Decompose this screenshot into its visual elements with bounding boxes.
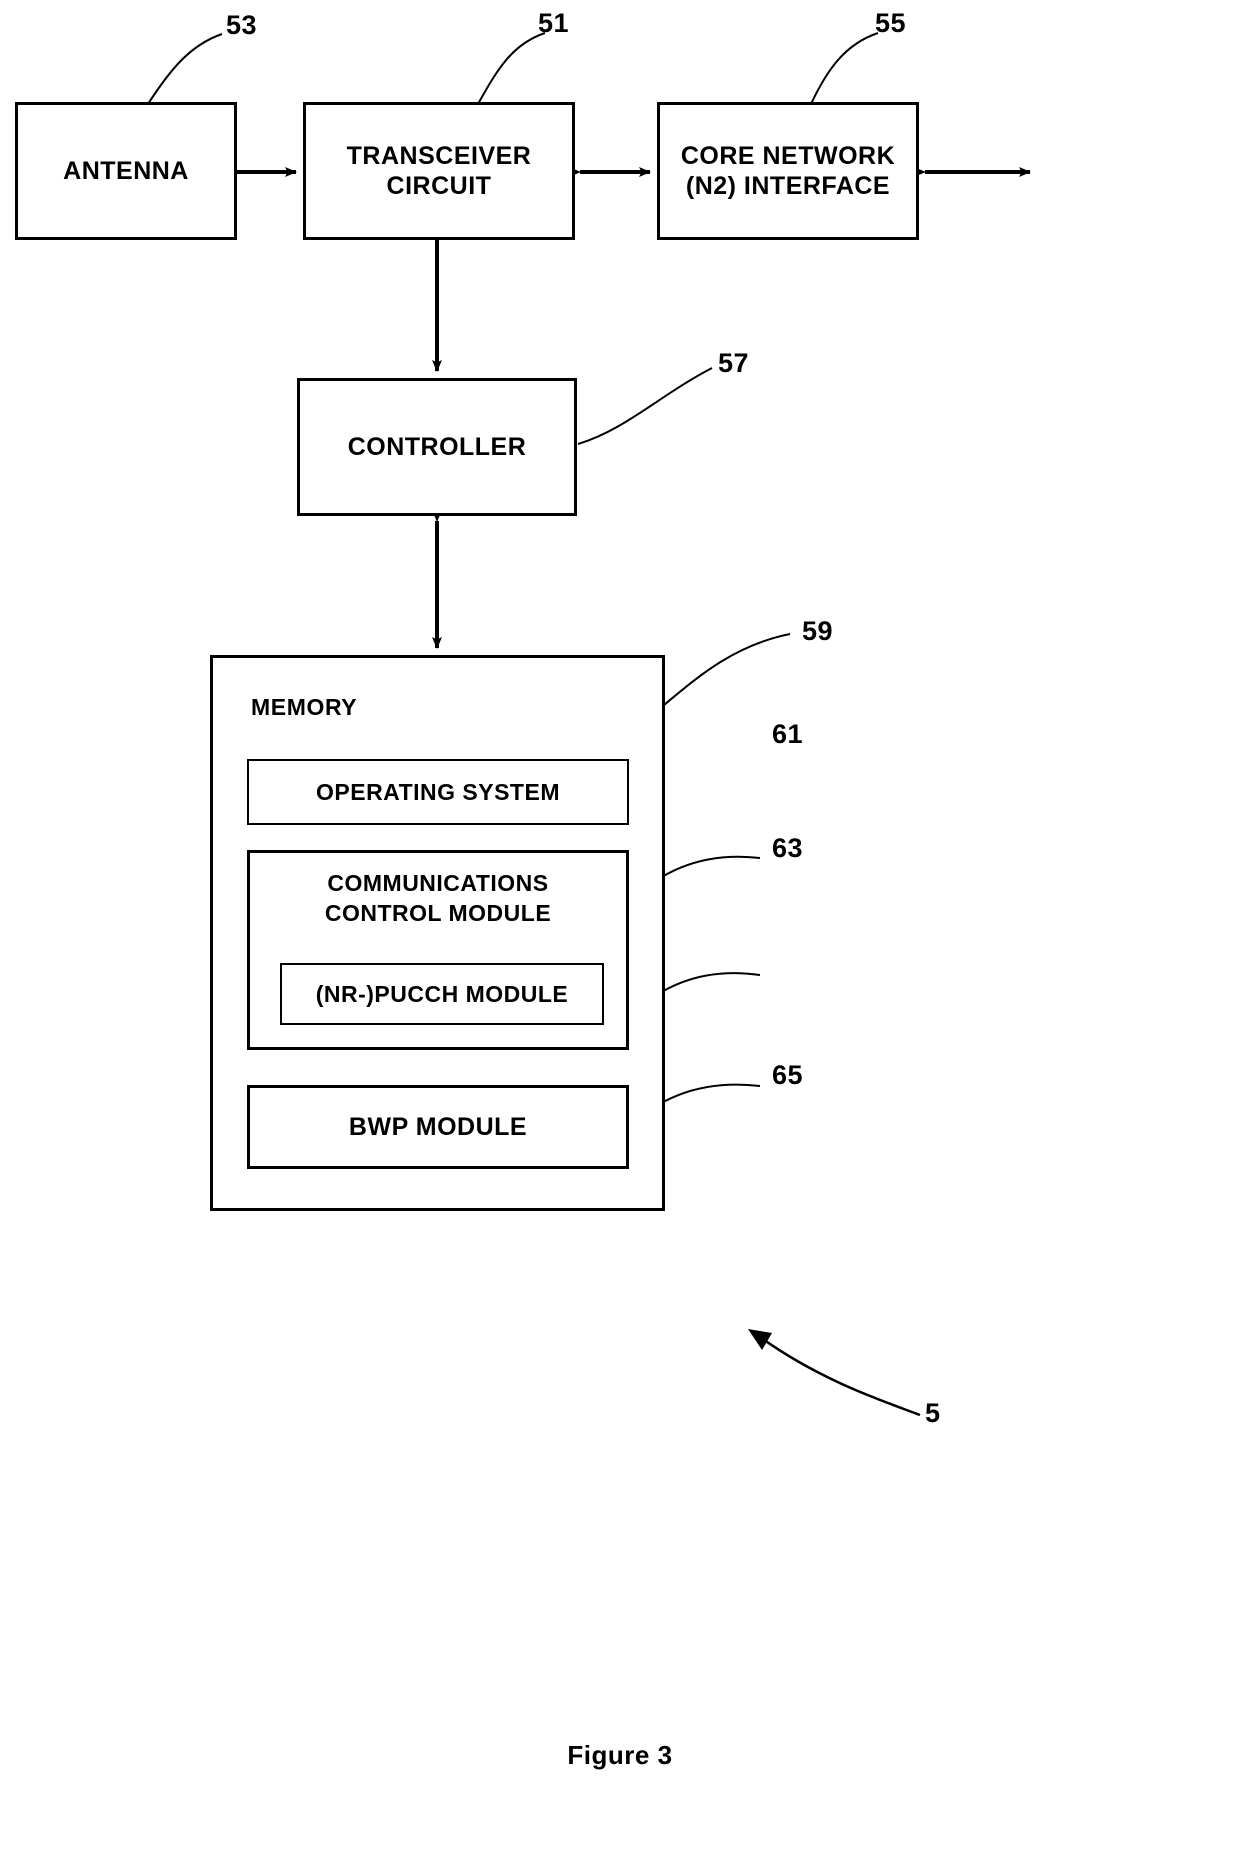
ref-numeral-51: 51 <box>538 8 570 38</box>
block-communications-control-module-label: COMMUNICATIONS CONTROL MODULE <box>250 869 626 929</box>
block-controller: CONTROLLER <box>297 378 577 516</box>
block-memory-title: MEMORY <box>251 694 358 720</box>
block-bwp-module: BWP MODULE <box>247 1085 629 1169</box>
block-nr-pucch-module-label: (NR-)PUCCH MODULE <box>315 980 569 1007</box>
comms-control-line-2: CONTROL MODULE <box>324 899 552 926</box>
block-core-network-interface-label: CORE NETWORK (N2) INTERFACE <box>681 141 895 202</box>
ref-numeral-5: 5 <box>925 1398 941 1428</box>
leader-line-59 <box>663 633 791 706</box>
block-operating-system-label: OPERATING SYSTEM <box>316 778 560 805</box>
ref-numeral-55: 55 <box>875 8 907 38</box>
leader-line-53 <box>147 33 223 105</box>
transceiver-line-1: TRANSCEIVER <box>346 141 532 170</box>
ref-numeral-61: 61 <box>772 719 804 749</box>
transceiver-line-2: CIRCUIT <box>386 172 492 200</box>
block-communications-control-module: COMMUNICATIONS CONTROL MODULE (NR-)PUCCH… <box>247 850 629 1050</box>
block-transceiver-circuit-label: TRANSCEIVER CIRCUIT <box>347 141 532 202</box>
leader-arrow-5 <box>748 1329 921 1417</box>
core-network-line-2: (N2) INTERFACE <box>685 172 891 200</box>
block-memory: MEMORY OPERATING SYSTEM COMMUNICATIONS C… <box>210 655 665 1211</box>
ref-numeral-65: 65 <box>772 1060 804 1090</box>
core-network-line-1: CORE NETWORK <box>680 141 896 170</box>
leader-line-57 <box>577 367 713 445</box>
block-antenna-label: ANTENNA <box>63 156 189 185</box>
block-operating-system: OPERATING SYSTEM <box>247 759 629 825</box>
leader-line-51 <box>477 32 546 105</box>
block-nr-pucch-module: (NR-)PUCCH MODULE <box>280 963 604 1025</box>
ref-numeral-63: 63 <box>772 833 804 863</box>
block-antenna: ANTENNA <box>15 102 237 240</box>
ref-numeral-57: 57 <box>718 348 750 378</box>
ref-numeral-53: 53 <box>226 10 258 40</box>
block-controller-label: CONTROLLER <box>347 432 527 461</box>
ref-numeral-59: 59 <box>802 616 834 646</box>
block-transceiver-circuit: TRANSCEIVER CIRCUIT <box>303 102 575 240</box>
block-core-network-interface: CORE NETWORK (N2) INTERFACE <box>657 102 919 240</box>
figure-caption: Figure 3 <box>567 1740 673 1770</box>
leader-line-55 <box>810 32 879 105</box>
figure-3-block-diagram: ANTENNA TRANSCEIVER CIRCUIT CORE NETWORK… <box>0 0 1240 1870</box>
block-bwp-module-label: BWP MODULE <box>348 1112 528 1141</box>
comms-control-line-1: COMMUNICATIONS <box>327 870 549 896</box>
